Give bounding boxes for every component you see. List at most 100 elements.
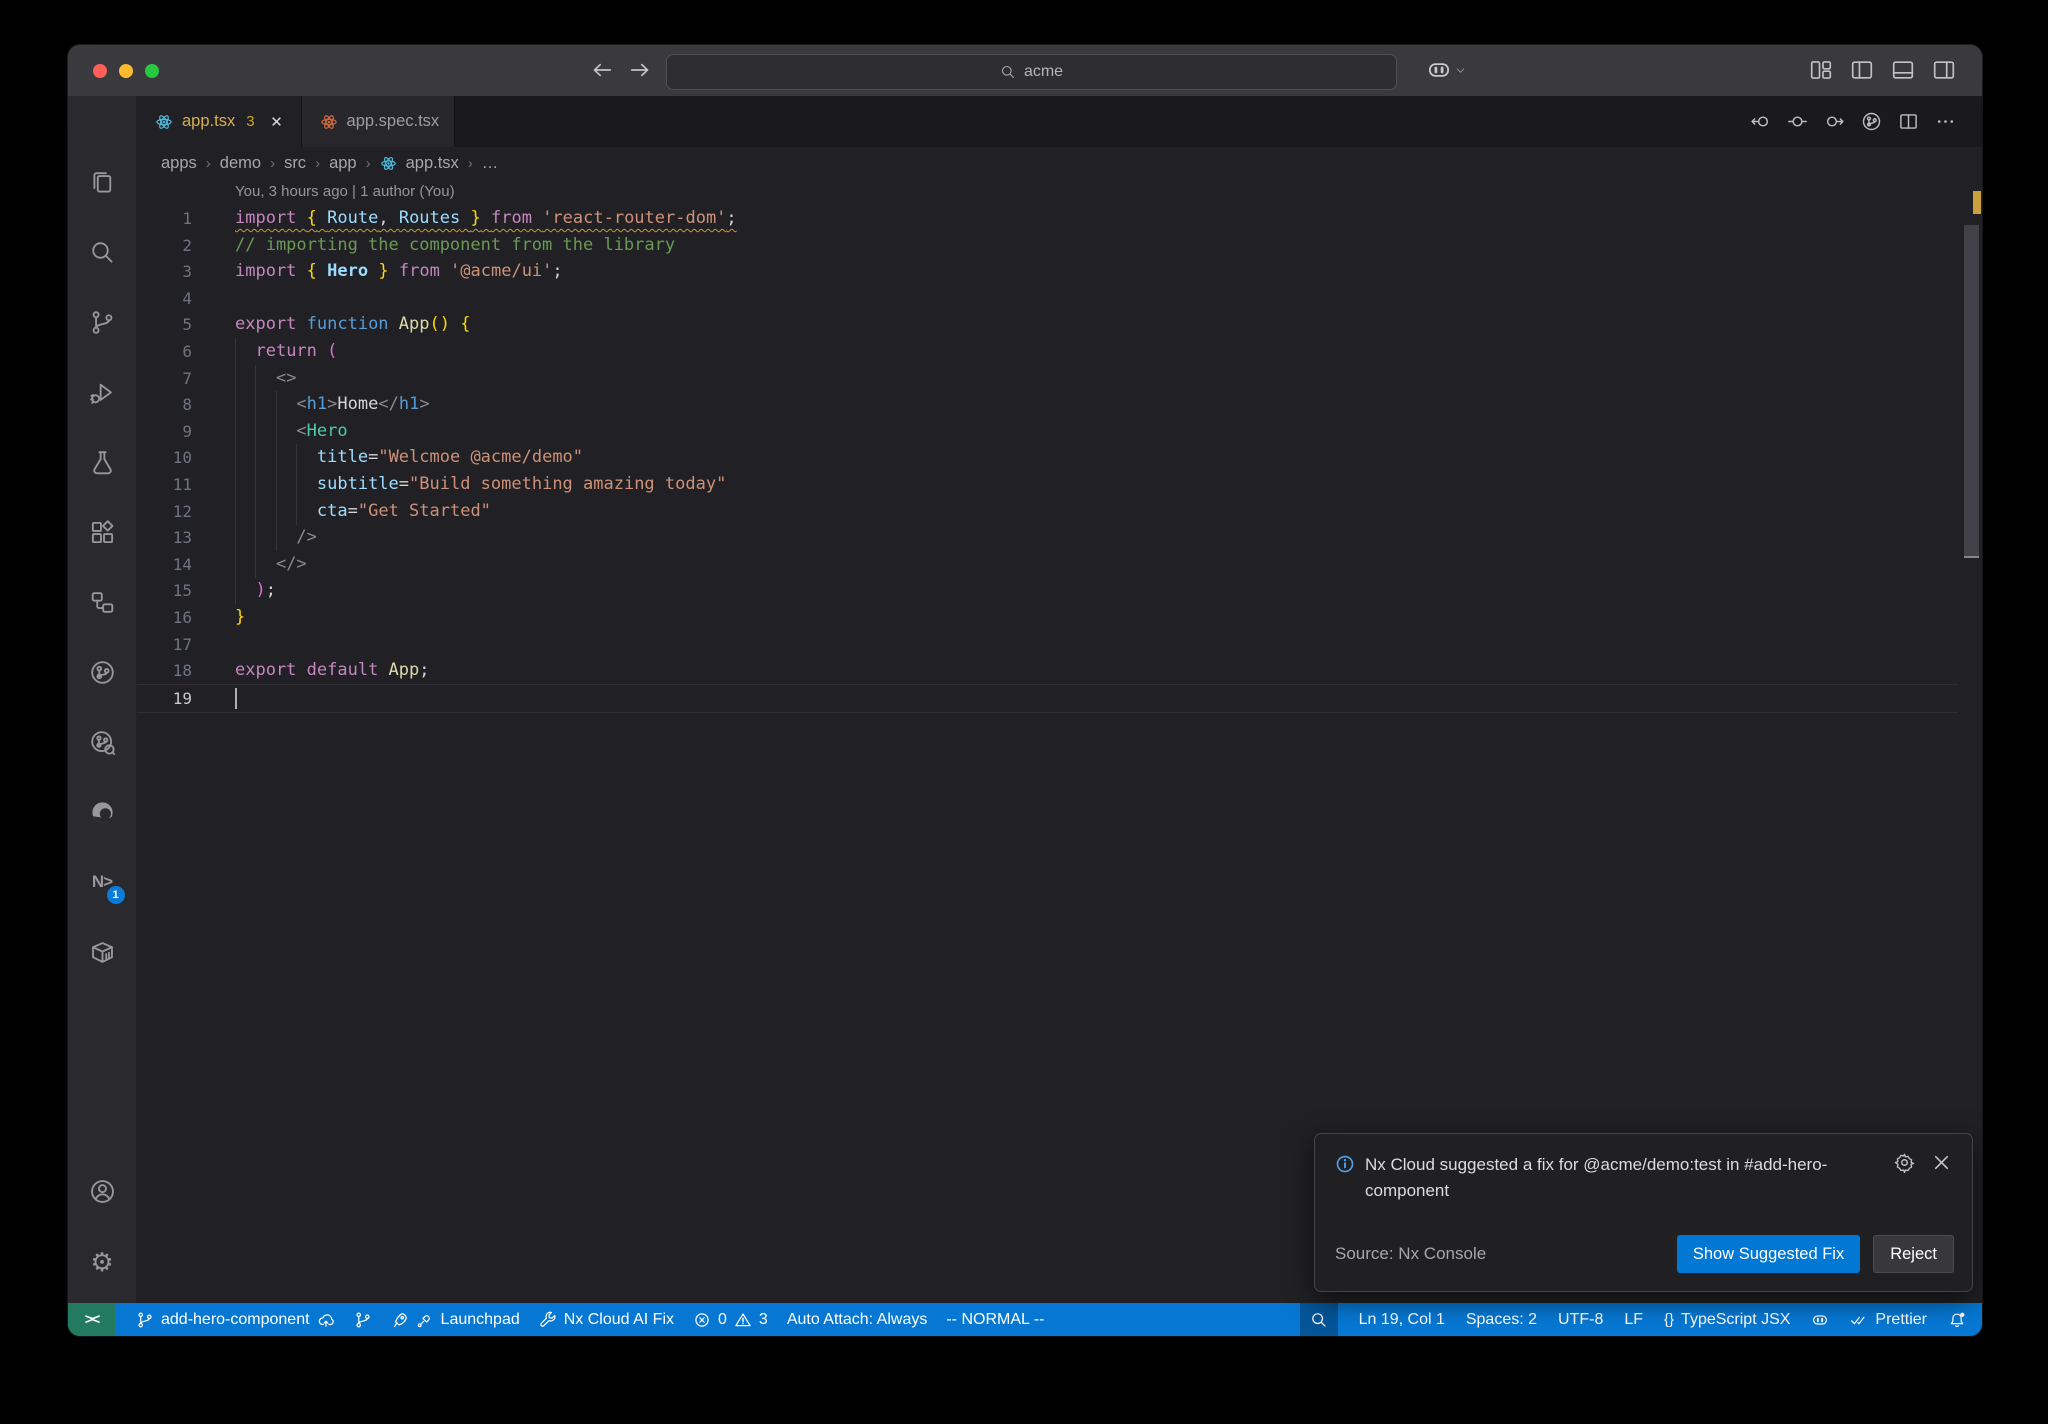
- sidebar-item-search[interactable]: [68, 217, 137, 287]
- tab-app.spec.tsx[interactable]: app.spec.tsx: [301, 96, 456, 147]
- line-number: 8: [182, 395, 192, 415]
- layout-controls: [1809, 58, 1956, 82]
- status-encoding[interactable]: UTF-8: [1558, 1303, 1603, 1336]
- minimize-window-button[interactable]: [119, 64, 133, 78]
- previous-change-icon[interactable]: [1750, 111, 1771, 132]
- status-vim-mode[interactable]: -- NORMAL --: [946, 1303, 1044, 1336]
- cloud-upload-icon: [317, 1311, 335, 1329]
- scrollbar-thumb[interactable]: [1964, 225, 1979, 557]
- sidebar-item-commit-graph[interactable]: [68, 637, 137, 707]
- toggle-primary-sidebar-icon[interactable]: [1850, 58, 1874, 82]
- status-git-branch-status[interactable]: add-hero-component: [136, 1303, 335, 1336]
- copilot-menu[interactable]: [1426, 57, 1467, 83]
- circle-branch-search-icon: [89, 729, 116, 756]
- tab-close-icon[interactable]: ✕: [268, 113, 286, 131]
- gear-icon: ⚙: [90, 1248, 114, 1278]
- react-icon: [320, 113, 338, 131]
- code-line-3: 3 import { Hero } from '@acme/ui';: [137, 258, 1958, 285]
- sidebar-item-code-inspect[interactable]: [68, 707, 137, 777]
- status-remote-indicator[interactable]: ><: [68, 1303, 115, 1336]
- code-line-2: 2 // importing the component from the lib…: [137, 232, 1958, 259]
- code-line-1: 1 import { Route, Routes } from 'react-ro…: [137, 205, 1958, 232]
- code-text: title="Welcmoe @acme/demo": [316, 447, 584, 468]
- toast-settings-icon[interactable]: [1894, 1152, 1915, 1173]
- search-icon: [1000, 64, 1016, 80]
- next-change-icon[interactable]: [1824, 111, 1845, 132]
- status-eol-sequence[interactable]: LF: [1624, 1303, 1643, 1336]
- breadcrumb-separator: ›: [315, 155, 321, 172]
- close-window-button[interactable]: [93, 64, 107, 78]
- double-check-icon: [1850, 1311, 1868, 1329]
- status-gitlens-launchpad[interactable]: Launchpad: [391, 1303, 520, 1336]
- breadcrumb-more[interactable]: …: [482, 154, 499, 173]
- sidebar-item-edge-browser[interactable]: [68, 777, 137, 847]
- code-text: export default App;: [235, 660, 430, 681]
- reject-button[interactable]: Reject: [1873, 1235, 1954, 1273]
- breadcrumb-item[interactable]: apps: [161, 154, 197, 173]
- tab-label: app.tsx: [182, 112, 236, 130]
- text-cursor: [235, 687, 237, 709]
- status-nx-cloud-ai-fix[interactable]: Nx Cloud AI Fix: [539, 1303, 674, 1336]
- command-center[interactable]: acme: [666, 54, 1397, 90]
- account-icon: [89, 1178, 116, 1205]
- open-changes-icon[interactable]: [1787, 111, 1808, 132]
- breadcrumb-file[interactable]: app.tsx: [406, 154, 459, 173]
- sidebar-item-accounts[interactable]: [68, 1155, 137, 1227]
- status-prettier[interactable]: Prettier: [1850, 1303, 1927, 1336]
- line-number: 18: [172, 661, 192, 681]
- breadcrumb-item[interactable]: demo: [220, 154, 261, 173]
- code-text: export function App() {: [235, 314, 471, 335]
- status-search-editor[interactable]: [1299, 1303, 1338, 1336]
- file-history-icon[interactable]: [1861, 111, 1882, 132]
- vscode-window: acme N> 1 ⚙ app.tsx 3 ✕ app.spec.tsx apps › dem…: [68, 45, 1982, 1336]
- status-language-mode[interactable]: {} TypeScript JSX: [1664, 1303, 1790, 1336]
- line-number: 4: [182, 288, 192, 308]
- sidebar-item-explorer[interactable]: [68, 147, 137, 217]
- tab-problems-badge: 3: [246, 113, 255, 130]
- code-line-15: 15 );: [137, 577, 1958, 605]
- search-icon: [1310, 1311, 1328, 1329]
- overview-warning-marker: [1973, 191, 1981, 214]
- line-number: 7: [182, 368, 192, 388]
- line-number: 1: [182, 209, 192, 228]
- toggle-panel-icon[interactable]: [1891, 58, 1915, 82]
- code-line-16: 16}: [137, 604, 1958, 631]
- sidebar-item-run-and-debug[interactable]: [68, 357, 137, 427]
- status-auto-attach[interactable]: Auto Attach: Always: [787, 1303, 928, 1336]
- sidebar-item-containers[interactable]: [68, 917, 137, 987]
- git-branch-icon: [89, 309, 116, 336]
- tab-app.tsx[interactable]: app.tsx 3 ✕: [137, 96, 302, 147]
- zoom-window-button[interactable]: [145, 64, 159, 78]
- breadcrumb-item[interactable]: app: [329, 154, 357, 173]
- customize-layout-icon[interactable]: [1809, 58, 1833, 82]
- code-text: }: [235, 607, 246, 627]
- status-copilot-status[interactable]: [1811, 1303, 1829, 1336]
- show-suggested-fix-button[interactable]: Show Suggested Fix: [1676, 1235, 1861, 1273]
- more-actions-icon[interactable]: [1935, 111, 1956, 132]
- hierarchy-icon: [89, 589, 116, 616]
- sidebar-item-extensions[interactable]: [68, 497, 137, 567]
- wrench-icon: [539, 1311, 557, 1329]
- sidebar-item-source-control[interactable]: [68, 287, 137, 357]
- code-line-5: 5 export function App() {: [137, 311, 1958, 338]
- status-commit-graph-status[interactable]: [354, 1303, 372, 1336]
- line-number: 19: [172, 688, 192, 708]
- status-cursor-position[interactable]: Ln 19, Col 1: [1359, 1303, 1445, 1336]
- status-problems[interactable]: 03: [693, 1303, 768, 1336]
- history-forward-icon[interactable]: [628, 58, 652, 82]
- line-number: 15: [172, 581, 192, 601]
- split-editor-icon[interactable]: [1898, 111, 1919, 132]
- activity-bar: N> 1 ⚙: [68, 96, 137, 1303]
- sidebar-item-manage-settings[interactable]: ⚙: [68, 1227, 137, 1299]
- sidebar-item-testing[interactable]: [68, 427, 137, 497]
- container-icon: [89, 939, 116, 966]
- sidebar-item-nx-console[interactable]: N> 1: [68, 847, 137, 917]
- sidebar-item-project-hierarchy[interactable]: [68, 567, 137, 637]
- toggle-secondary-sidebar-icon[interactable]: [1932, 58, 1956, 82]
- status-label: UTF-8: [1558, 1310, 1604, 1328]
- status-indentation[interactable]: Spaces: 2: [1466, 1303, 1537, 1336]
- breadcrumb-item[interactable]: src: [284, 154, 306, 173]
- toast-close-icon[interactable]: [1931, 1152, 1952, 1173]
- history-back-icon[interactable]: [590, 58, 614, 82]
- status-notifications-bell[interactable]: [1948, 1303, 1966, 1336]
